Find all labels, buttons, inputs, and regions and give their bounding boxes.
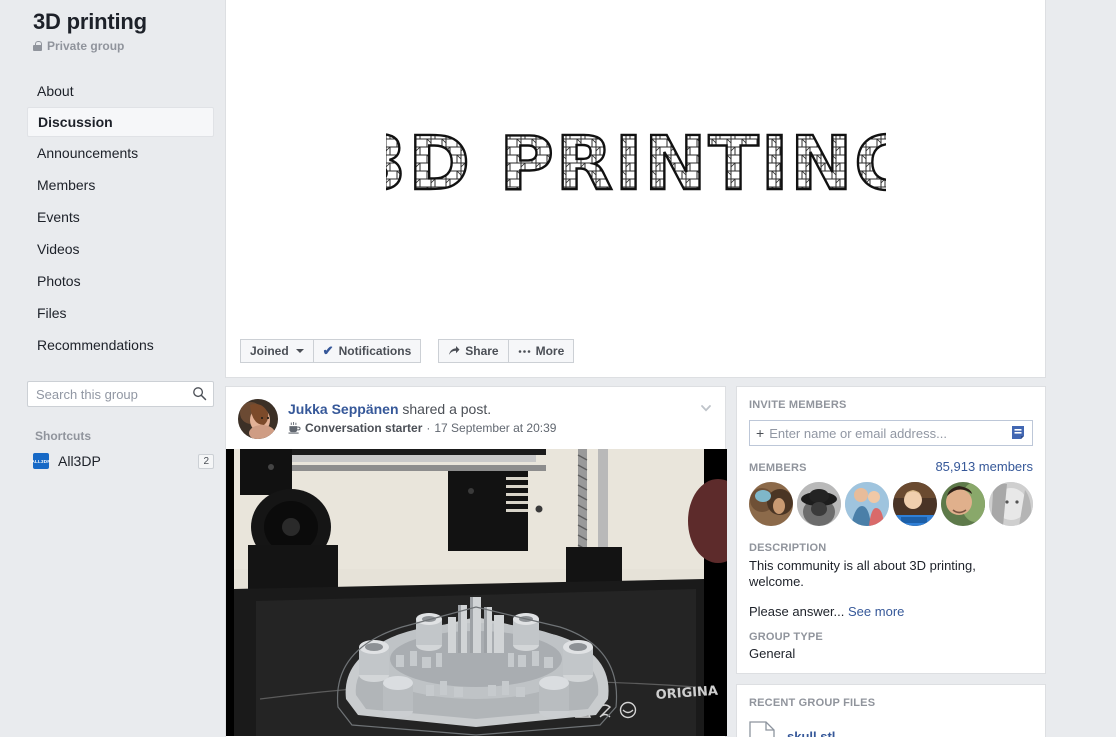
- group-cover-card: 3D PRINTING Joined ✔ Notifications: [225, 0, 1046, 378]
- member-avatar[interactable]: [893, 482, 937, 526]
- share-button[interactable]: Share: [438, 339, 509, 363]
- description-truncated-text: Please answer...: [749, 604, 845, 619]
- post-meta: Jukka Seppänen shared a post. Conversati…: [288, 399, 556, 439]
- shortcuts-heading: Shortcuts: [35, 429, 92, 443]
- members-row: MEMBERS 85,913 members: [749, 459, 1033, 474]
- post-photo[interactable]: ORIGINA !: [226, 449, 727, 736]
- post-card: Jukka Seppänen shared a post. Conversati…: [225, 386, 727, 737]
- post-subline: Conversation starter · 17 September at 2…: [288, 421, 556, 435]
- sidebar-item-photos[interactable]: Photos: [27, 265, 214, 297]
- cover-photo[interactable]: 3D PRINTING: [226, 0, 1045, 325]
- file-icon: [749, 721, 775, 737]
- feed-and-rail: Jukka Seppänen shared a post. Conversati…: [225, 386, 1046, 737]
- invite-members-heading: INVITE MEMBERS: [749, 399, 847, 411]
- main-column: 3D PRINTING Joined ✔ Notifications: [225, 0, 1046, 737]
- post-byline: Jukka Seppänen shared a post.: [288, 400, 556, 418]
- more-button[interactable]: More: [507, 339, 575, 363]
- avatar[interactable]: [238, 399, 278, 439]
- all3dp-icon: ALL3DP: [31, 453, 50, 469]
- invite-input[interactable]: [769, 425, 1010, 441]
- shortcut-label: All3DP: [58, 453, 101, 469]
- joined-label: Joined: [250, 344, 289, 358]
- member-avatar[interactable]: [845, 482, 889, 526]
- lock-icon: [33, 41, 42, 51]
- share-button-group: Share More: [438, 339, 575, 363]
- plus-icon: +: [756, 425, 765, 441]
- left-sidebar: 3D printing Private group About Discussi…: [0, 0, 225, 737]
- member-avatars: [749, 482, 1033, 526]
- joined-button[interactable]: Joined: [240, 339, 314, 363]
- members-count[interactable]: 85,913 members: [935, 459, 1033, 474]
- post-author[interactable]: Jukka Seppänen: [288, 401, 399, 417]
- file-name[interactable]: skull.stl: [787, 729, 835, 737]
- member-avatar[interactable]: [989, 482, 1033, 526]
- avatar-image: [238, 399, 278, 439]
- caret-down-icon: [295, 349, 304, 353]
- sidebar-item-about[interactable]: About: [27, 75, 214, 107]
- shortcut-badge: 2: [198, 453, 214, 469]
- sidebar-nav: About Discussion Announcements Members E…: [0, 75, 225, 361]
- contacts-icon[interactable]: [1010, 425, 1026, 441]
- invite-members-field[interactable]: +: [749, 420, 1033, 446]
- svg-text:3D PRINTING: 3D PRINTING: [386, 121, 886, 207]
- sidebar-item-files[interactable]: Files: [27, 297, 214, 329]
- member-avatar-image: [797, 482, 841, 526]
- recent-files-heading: RECENT GROUP FILES: [749, 697, 876, 709]
- sidebar-item-recommendations[interactable]: Recommendations: [27, 329, 214, 361]
- post-action-text: shared a post.: [398, 401, 492, 417]
- share-arrow-icon: [449, 346, 460, 355]
- share-label: Share: [465, 344, 499, 358]
- see-more-link[interactable]: See more: [848, 604, 904, 619]
- member-avatar-image: [989, 482, 1033, 526]
- notifications-button[interactable]: ✔ Notifications: [312, 339, 422, 363]
- group-action-bar: Joined ✔ Notifications Share More: [226, 325, 1045, 377]
- group-page: 3D printing Private group About Discussi…: [0, 0, 1116, 737]
- group-info-card: INVITE MEMBERS + MEMBERS 85,913: [736, 386, 1046, 674]
- privacy-label: Private group: [0, 35, 225, 53]
- post-timestamp[interactable]: 17 September at 20:39: [434, 421, 556, 435]
- description-body: This community is all about 3D printing,…: [749, 558, 976, 589]
- member-avatar[interactable]: [749, 482, 793, 526]
- group-search: [27, 381, 214, 407]
- page-title: 3D printing: [33, 9, 147, 34]
- sidebar-item-members[interactable]: Members: [27, 169, 214, 201]
- cover-title-artwork: 3D PRINTING: [386, 119, 886, 207]
- member-avatar-image: [845, 482, 889, 526]
- sidebar-item-videos[interactable]: Videos: [27, 233, 214, 265]
- members-heading: MEMBERS: [749, 462, 807, 474]
- member-avatar[interactable]: [797, 482, 841, 526]
- sidebar-item-announcements[interactable]: Announcements: [27, 137, 214, 169]
- more-label: More: [535, 344, 565, 358]
- shortcut-item-all3dp[interactable]: ALL3DP All3DP 2: [31, 453, 214, 469]
- description-heading: DESCRIPTION: [749, 542, 827, 554]
- member-avatar-image: [893, 482, 937, 526]
- chevron-down-icon[interactable]: [699, 401, 713, 415]
- member-avatar-image: [941, 482, 985, 526]
- conversation-starter-badge: Conversation starter: [305, 421, 423, 435]
- description-second-line: Please answer... See more: [749, 604, 1033, 619]
- search-input[interactable]: [27, 381, 214, 407]
- post-header: Jukka Seppänen shared a post. Conversati…: [226, 387, 725, 449]
- post-photo-image: ORIGINA !: [226, 449, 727, 736]
- check-icon: ✔: [322, 343, 334, 358]
- notifications-label: Notifications: [338, 344, 412, 358]
- membership-button-group: Joined ✔ Notifications: [240, 339, 422, 363]
- file-list-item[interactable]: skull.stl: [749, 721, 1033, 737]
- privacy-text: Private group: [47, 39, 125, 53]
- sidebar-item-events[interactable]: Events: [27, 201, 214, 233]
- group-type-value: General: [749, 646, 796, 661]
- member-avatar-image: [749, 482, 793, 526]
- post-separator: ·: [426, 421, 431, 435]
- recent-group-files-card: RECENT GROUP FILES skull.stl: [736, 684, 1046, 737]
- group-type-heading: GROUP TYPE: [749, 631, 823, 643]
- sidebar-item-discussion[interactable]: Discussion: [27, 107, 214, 137]
- coffee-cup-icon: [288, 422, 301, 434]
- member-avatar[interactable]: [941, 482, 985, 526]
- ellipsis-icon: [518, 349, 530, 353]
- right-rail: INVITE MEMBERS + MEMBERS 85,913: [736, 386, 1046, 737]
